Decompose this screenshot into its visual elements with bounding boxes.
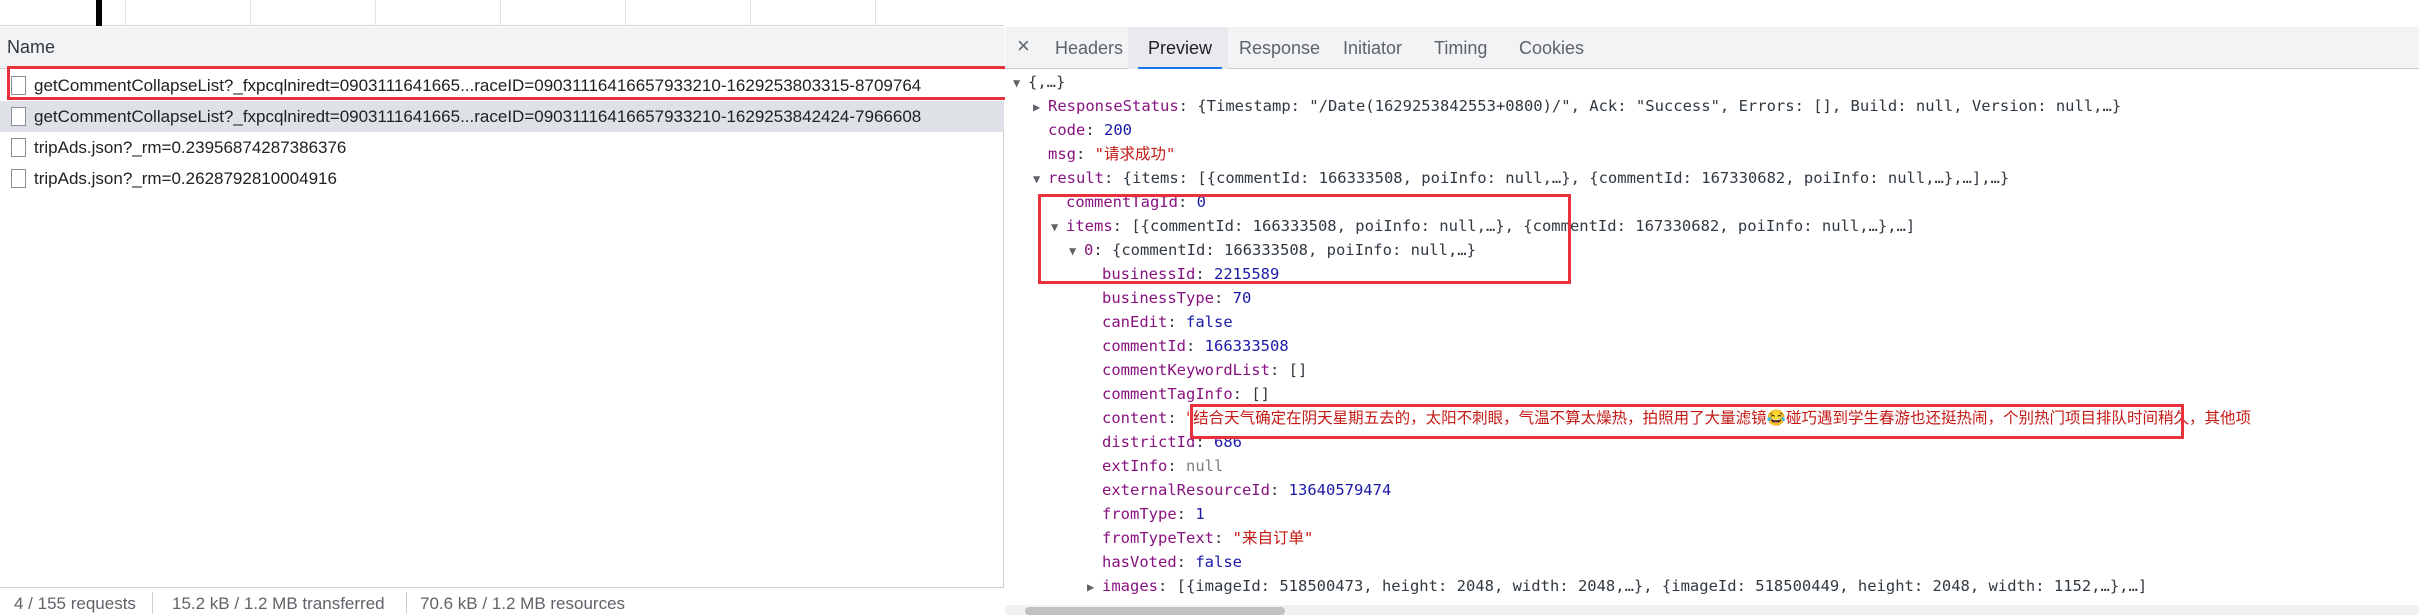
json-root-node[interactable]: ▼ {,…} <box>1013 70 1065 94</box>
request-row[interactable]: getCommentCollapseList?_fxpcqlniredt=090… <box>0 101 1004 132</box>
json-node-hasvoted: hasVoted: false <box>1102 553 1242 571</box>
json-node-businesstype: businessType: 70 <box>1102 289 1252 307</box>
status-divider <box>152 592 153 614</box>
close-icon[interactable]: × <box>1017 33 1030 59</box>
timeline-gridline <box>750 0 751 26</box>
timeline-gridline <box>875 0 876 26</box>
network-request-list-pane: Name getCommentCollapseList?_fxpcqlnired… <box>0 27 1004 615</box>
transferred-size: 15.2 kB / 1.2 MB transferred <box>172 594 385 613</box>
highlight-box-content <box>1190 404 2184 439</box>
resources-size: 70.6 kB / 1.2 MB resources <box>420 594 626 613</box>
timeline-gridline <box>500 0 501 26</box>
json-node-extinfo: extInfo: null <box>1102 457 1224 475</box>
tab-cookies[interactable]: Cookies <box>1519 27 1584 69</box>
json-node-images[interactable]: ▶ images: [{imageId: 518500473, height: … <box>1087 574 2147 598</box>
expanded-triangle-icon[interactable]: ▼ <box>1013 71 1020 95</box>
document-icon <box>11 169 26 188</box>
name-column-header[interactable]: Name <box>0 27 1004 69</box>
request-row[interactable]: tripAds.json?_rm=0.2628792810004916 <box>0 163 1004 194</box>
expanded-triangle-icon[interactable]: ▼ <box>1033 167 1040 191</box>
json-node-fromtypetext: fromTypeText: "来自订单" <box>1102 529 1314 547</box>
request-detail-pane: × Headers Preview Response Initiator Tim… <box>1005 27 2419 615</box>
json-node-externalresourceid: externalResourceId: 13640579474 <box>1102 481 1392 499</box>
tab-headers[interactable]: Headers <box>1055 27 1123 69</box>
json-node-canedit: canEdit: false <box>1102 313 1233 331</box>
tab-timing[interactable]: Timing <box>1434 27 1487 69</box>
request-row[interactable]: tripAds.json?_rm=0.23956874287386376 <box>0 132 1004 163</box>
network-timeline-overview[interactable] <box>0 0 1004 26</box>
json-node-commentkeywordlist: commentKeywordList: [] <box>1102 361 1308 379</box>
collapsed-triangle-icon[interactable]: ▶ <box>1087 575 1094 599</box>
timeline-gridline <box>625 0 626 26</box>
request-name: tripAds.json?_rm=0.2628792810004916 <box>34 169 337 188</box>
timeline-marker <box>96 0 102 26</box>
document-icon <box>11 107 26 126</box>
json-node-fromtype: fromType: 1 <box>1102 505 1205 523</box>
timeline-gridline <box>375 0 376 26</box>
highlight-box-request <box>7 66 1013 100</box>
tab-response[interactable]: Response <box>1239 27 1320 69</box>
json-node-result[interactable]: ▼ result: {items: [{commentId: 166333508… <box>1033 166 2009 190</box>
request-name: tripAds.json?_rm=0.23956874287386376 <box>34 138 347 157</box>
network-status-bar: 4 / 155 requests 15.2 kB / 1.2 MB transf… <box>0 587 1004 615</box>
name-column-label: Name <box>7 37 56 57</box>
timeline-gridline <box>125 0 126 26</box>
highlight-box-items <box>1038 194 1571 284</box>
horizontal-scrollbar-thumb[interactable] <box>1025 607 1285 615</box>
json-node-commentid: commentId: 166333508 <box>1102 337 1289 355</box>
collapsed-triangle-icon[interactable]: ▶ <box>1033 95 1040 119</box>
json-node-msg: msg: "请求成功" <box>1048 145 1176 163</box>
timeline-gridline <box>250 0 251 26</box>
request-name: getCommentCollapseList?_fxpcqlniredt=090… <box>34 107 922 126</box>
tab-initiator[interactable]: Initiator <box>1343 27 1402 69</box>
detail-tab-bar: × Headers Preview Response Initiator Tim… <box>1005 27 2419 69</box>
document-icon <box>11 138 26 157</box>
status-divider <box>406 592 407 614</box>
json-node-code: code: 200 <box>1048 121 1132 139</box>
json-node-commenttaginfo: commentTagInfo: [] <box>1102 385 1270 403</box>
tab-preview[interactable]: Preview <box>1137 27 1223 69</box>
json-node-responsestatus[interactable]: ▶ ResponseStatus: {Timestamp: "/Date(162… <box>1033 94 2121 118</box>
json-preview-tree: ▼ {,…} ▶ ResponseStatus: {Timestamp: "/D… <box>1005 70 2419 606</box>
request-count: 4 / 155 requests <box>14 594 136 613</box>
